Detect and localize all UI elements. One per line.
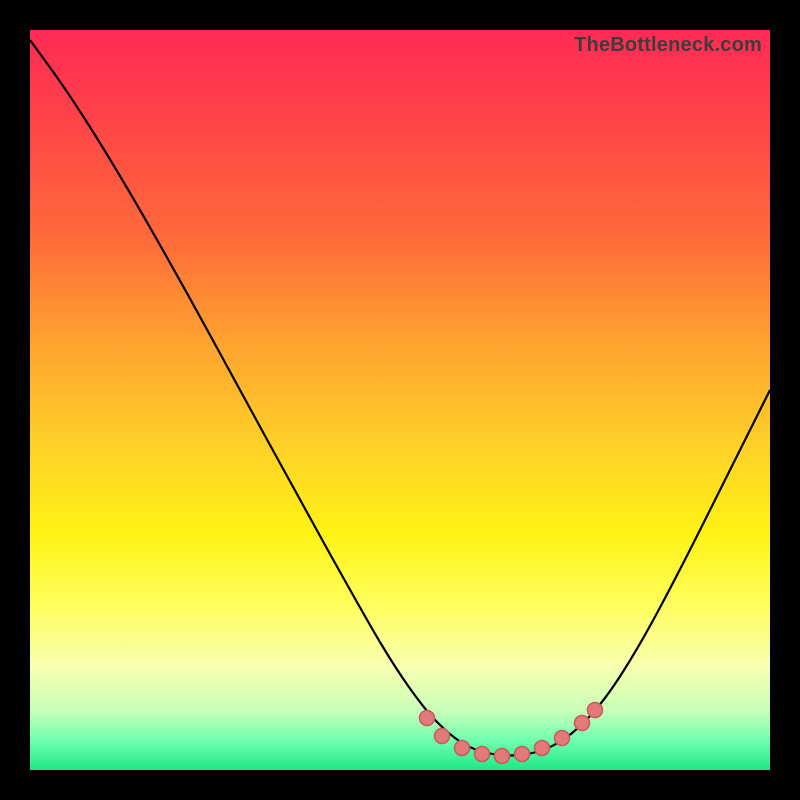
highlighted-dots-group	[420, 703, 603, 764]
highlight-dot	[575, 716, 590, 731]
highlight-dot	[535, 741, 550, 756]
highlight-dot	[588, 703, 603, 718]
highlight-dot	[435, 729, 450, 744]
highlight-dot	[455, 741, 470, 756]
chart-overlay	[30, 30, 770, 770]
highlight-dot	[555, 731, 570, 746]
highlight-dot	[495, 749, 510, 764]
highlight-dot	[420, 711, 435, 726]
chart-frame: TheBottleneck.com	[30, 30, 770, 770]
highlight-dot	[515, 747, 530, 762]
highlight-dot	[475, 747, 490, 762]
bottleneck-curve	[30, 40, 770, 756]
